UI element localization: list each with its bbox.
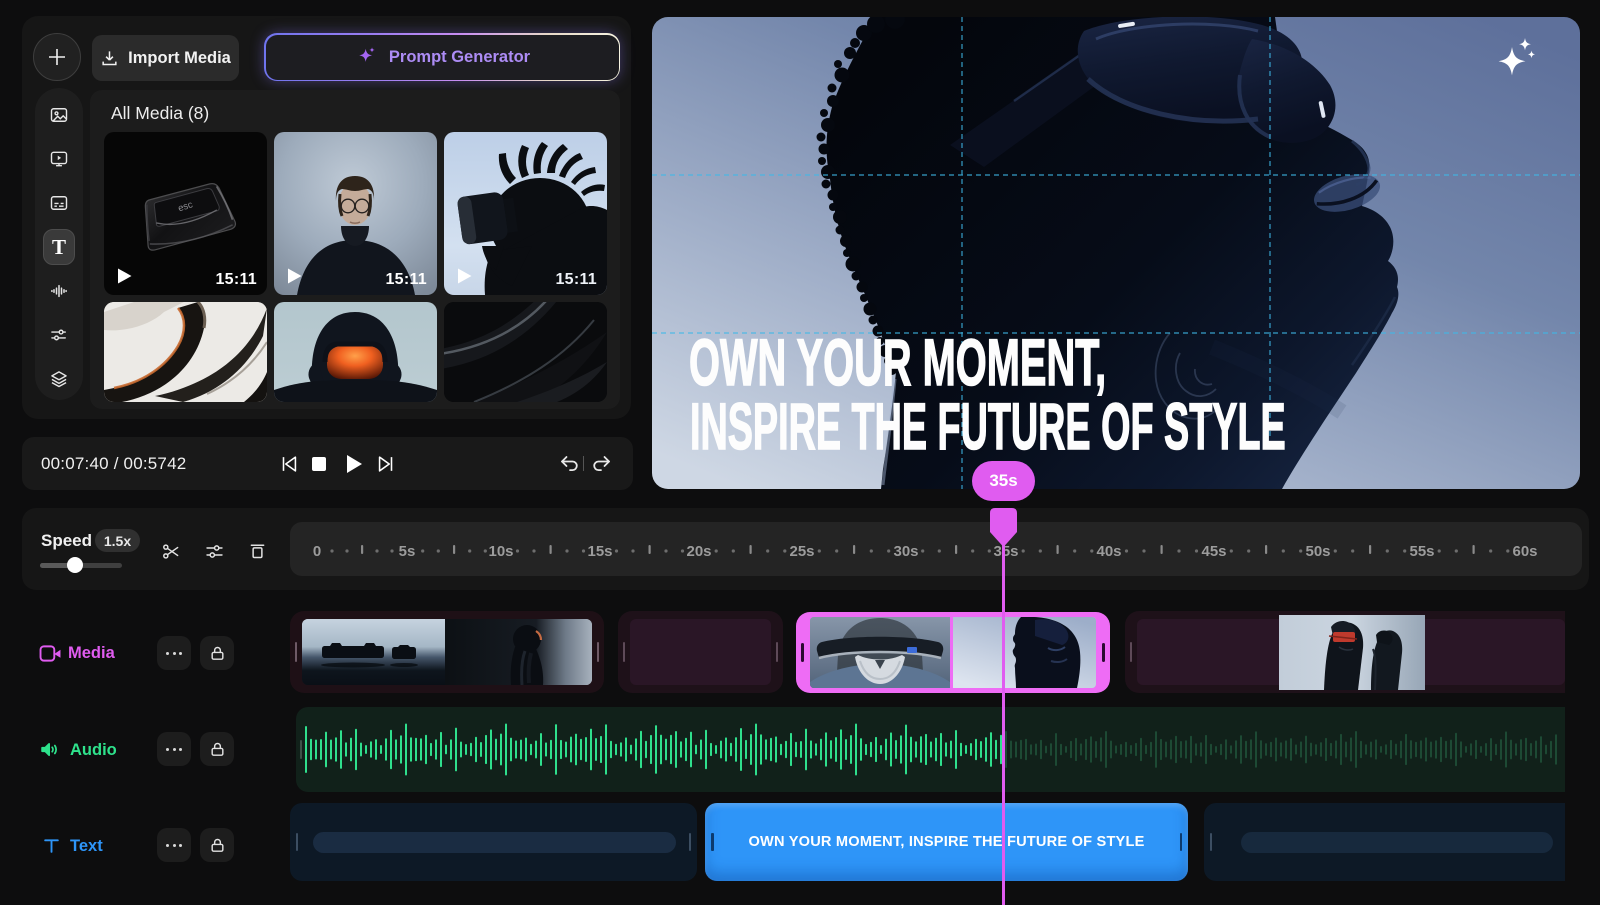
svg-text:25s: 25s bbox=[789, 543, 814, 560]
svg-text:50s: 50s bbox=[1305, 543, 1330, 560]
svg-text:45s: 45s bbox=[1201, 543, 1226, 560]
svg-text:60s: 60s bbox=[1512, 543, 1537, 560]
svg-text:10s: 10s bbox=[488, 543, 513, 560]
svg-text:40s: 40s bbox=[1096, 543, 1121, 560]
svg-text:20s: 20s bbox=[686, 543, 711, 560]
svg-text:5s: 5s bbox=[399, 543, 416, 560]
svg-text:55s: 55s bbox=[1409, 543, 1434, 560]
svg-text:0: 0 bbox=[313, 543, 321, 560]
svg-text:30s: 30s bbox=[893, 543, 918, 560]
svg-text:15s: 15s bbox=[587, 543, 612, 560]
